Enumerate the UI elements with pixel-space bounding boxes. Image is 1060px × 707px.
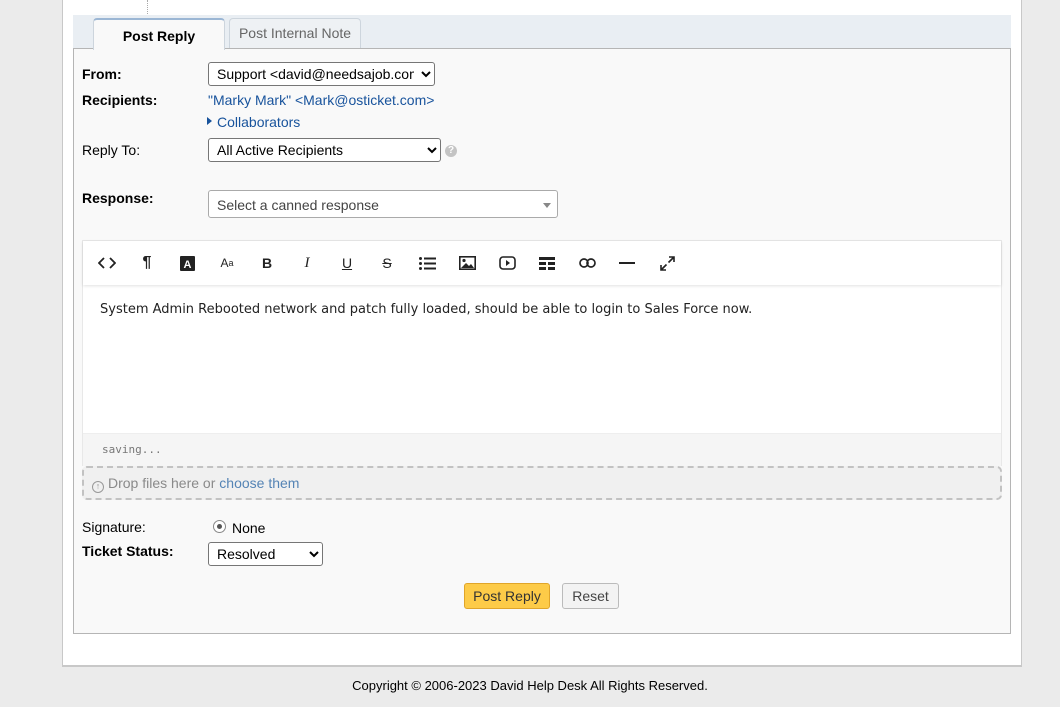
file-drop-zone[interactable]: ↑ Drop files here or choose them (82, 466, 1002, 500)
insert-table-icon[interactable] (533, 249, 561, 277)
choose-files-link[interactable]: choose them (219, 475, 299, 491)
ticket-status-label: Ticket Status: (82, 543, 174, 559)
svg-text:A: A (183, 259, 191, 271)
reset-button[interactable]: Reset (562, 583, 619, 609)
horizontal-rule-icon[interactable] (613, 249, 641, 277)
caret-right-icon (207, 117, 212, 125)
response-label: Response: (82, 190, 154, 206)
fullscreen-icon[interactable] (653, 249, 681, 277)
recipient-link[interactable]: "Marky Mark" <Mark@osticket.com> (208, 92, 434, 108)
help-icon[interactable]: ? (445, 145, 457, 157)
underline-icon[interactable]: U (333, 249, 361, 277)
signature-label: Signature: (82, 519, 146, 535)
tab-post-internal-note[interactable]: Post Internal Note (229, 18, 361, 49)
font-size-icon[interactable]: Aa (213, 249, 241, 277)
ticket-status-select[interactable]: Resolved (208, 542, 323, 566)
editor-content[interactable]: System Admin Rebooted network and patch … (100, 302, 980, 317)
text-color-icon[interactable]: A (173, 249, 201, 277)
editor-toolbar: ¶ A Aa B I U S (83, 241, 1001, 285)
upload-icon: ↑ (92, 481, 104, 493)
dotted-divider (147, 0, 148, 14)
from-label: From: (82, 66, 122, 82)
collaborators-toggle[interactable]: Collaborators (217, 114, 300, 130)
insert-video-icon[interactable] (493, 249, 521, 277)
signature-none-label: None (232, 520, 266, 536)
reply-to-select[interactable]: All Active Recipients (208, 138, 441, 162)
canned-response-select[interactable]: Select a canned response (208, 190, 558, 218)
strikethrough-icon[interactable]: S (373, 249, 401, 277)
italic-icon[interactable]: I (293, 249, 321, 277)
canned-response-placeholder: Select a canned response (217, 197, 379, 213)
insert-link-icon[interactable] (573, 249, 601, 277)
html-view-icon[interactable] (93, 249, 121, 277)
from-select[interactable]: Support <david@needsajob.com> (208, 62, 435, 86)
signature-none-radio[interactable] (213, 520, 226, 533)
recipients-label: Recipients: (82, 92, 158, 108)
unordered-list-icon[interactable] (413, 249, 441, 277)
drop-text: Drop files here or (108, 475, 216, 491)
paragraph-format-icon[interactable]: ¶ (133, 249, 161, 277)
post-reply-button[interactable]: Post Reply (464, 583, 550, 609)
insert-image-icon[interactable] (453, 249, 481, 277)
dropdown-arrow-icon (543, 203, 551, 208)
tab-post-reply[interactable]: Post Reply (93, 18, 225, 50)
editor-status-bar: saving... (83, 433, 1001, 466)
reply-to-label: Reply To: (82, 142, 141, 158)
footer-copyright: Copyright © 2006-2023 David Help Desk Al… (352, 678, 708, 693)
saving-status: saving... (102, 443, 162, 456)
bold-icon[interactable]: B (253, 249, 281, 277)
rich-text-editor: ¶ A Aa B I U S System Admin Rebooted net (82, 240, 1002, 466)
